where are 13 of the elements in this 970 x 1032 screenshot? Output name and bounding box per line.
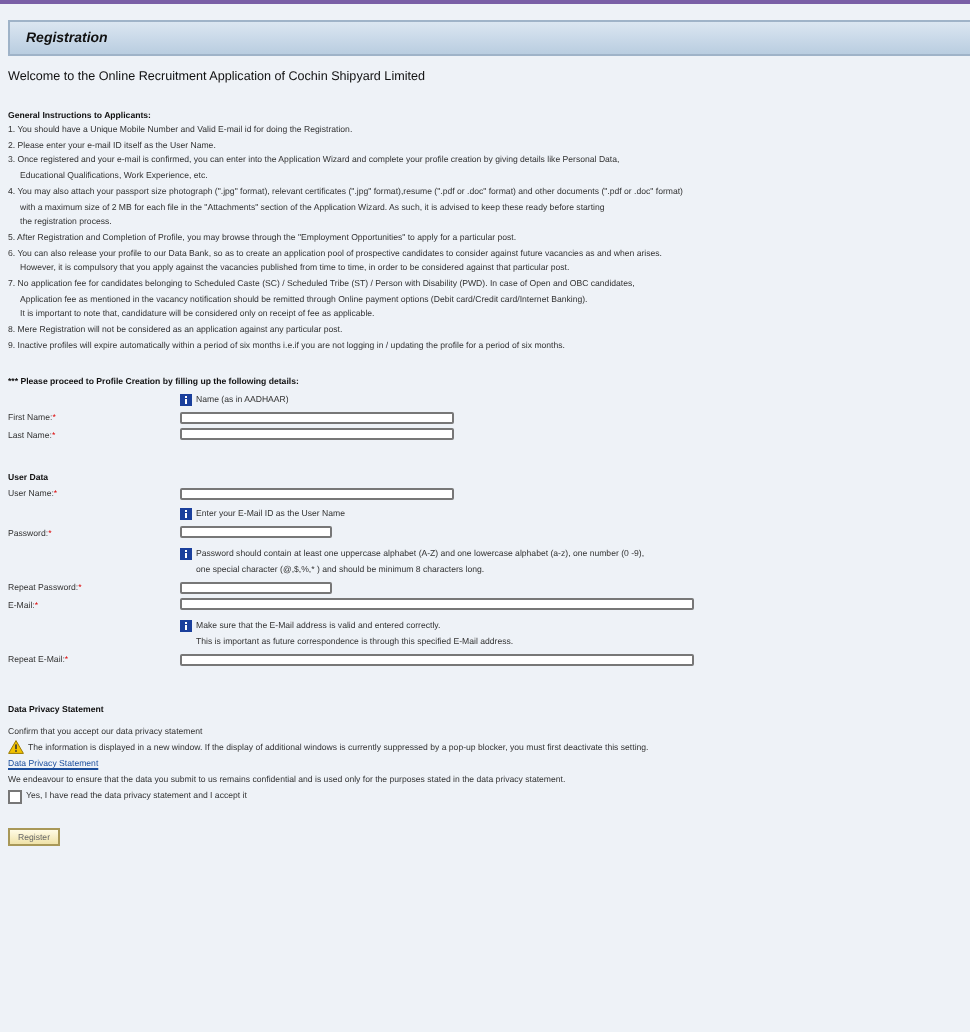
input-field[interactable] [180,526,332,539]
info-icon [180,393,192,406]
info-icon [180,508,192,521]
info-icon [180,619,192,632]
input-field[interactable] [180,653,694,666]
warning-icon [8,740,24,755]
input-field[interactable] [180,581,332,594]
input-field[interactable] [180,428,454,441]
info-icon [180,547,192,560]
input-field[interactable] [180,598,694,611]
input-field[interactable] [180,487,454,500]
input-field[interactable] [180,411,454,424]
accept-checkbox[interactable] [8,789,22,804]
